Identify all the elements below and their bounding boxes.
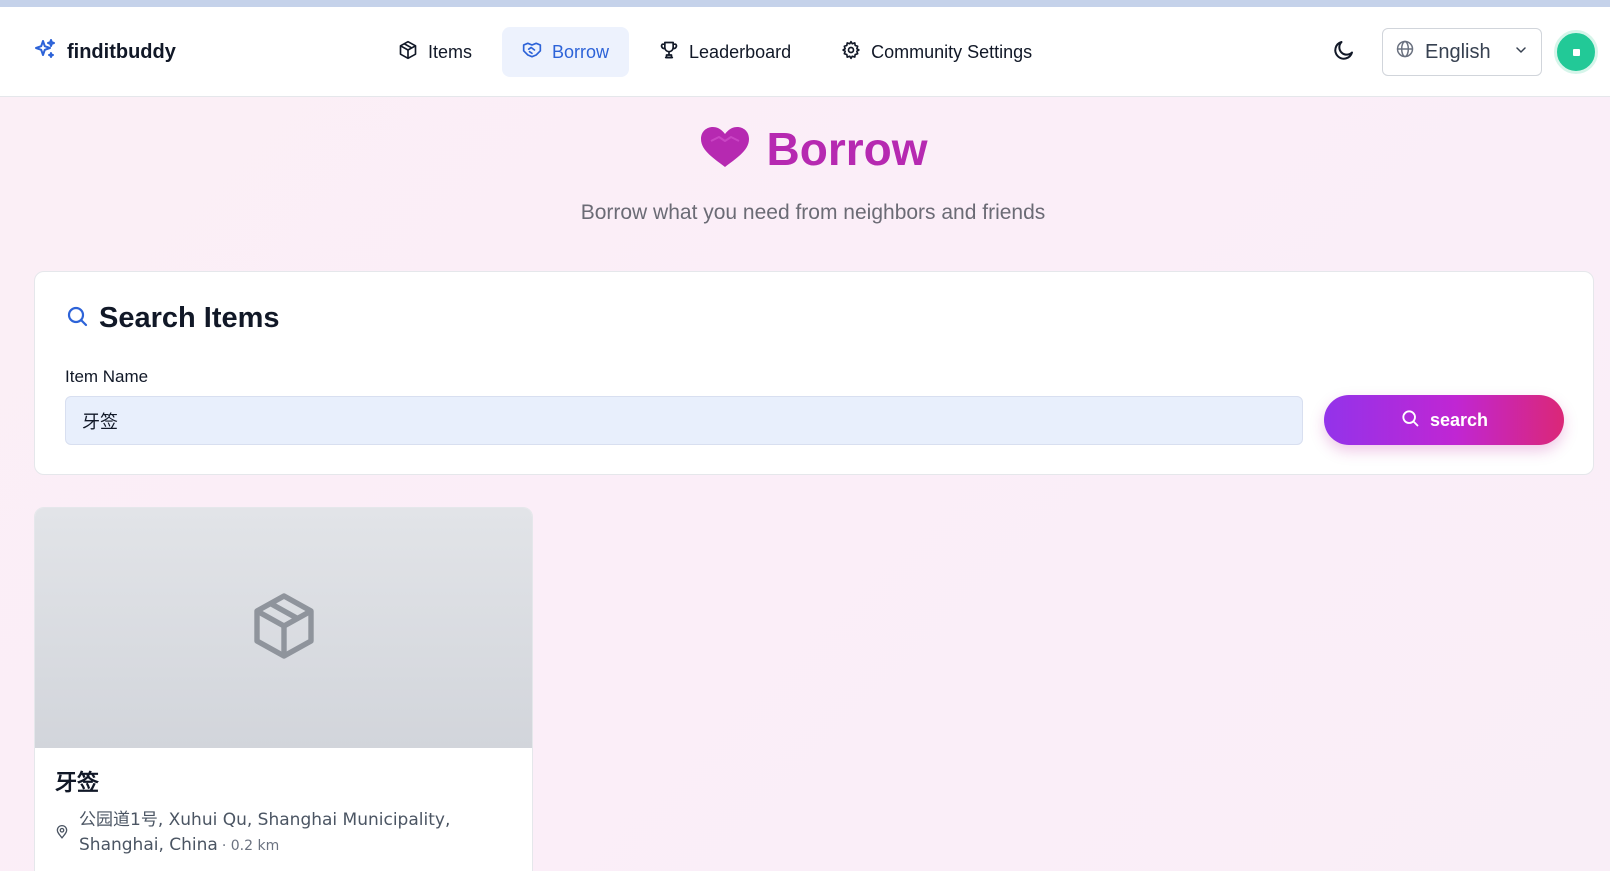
brand[interactable]: finditbuddy <box>33 38 176 67</box>
heart-icon <box>699 125 751 174</box>
nav-item-items[interactable]: Items <box>378 27 492 77</box>
item-card[interactable]: 牙签 公园道1号, Xuhui Qu, Shanghai Municipalit… <box>34 507 533 871</box>
browser-top-strip <box>0 0 1610 7</box>
main-content: Borrow Borrow what you need from neighbo… <box>0 97 1610 871</box>
nav-item-label: Leaderboard <box>689 41 792 62</box>
nav-item-label: Items <box>428 41 473 62</box>
language-select[interactable]: English <box>1382 28 1542 76</box>
nav-item-borrow[interactable]: Borrow <box>502 27 630 77</box>
item-name: 牙签 <box>55 771 100 796</box>
search-card-header: Search Items <box>65 302 280 335</box>
nav-item-community-settings[interactable]: Community Settings <box>821 27 1052 77</box>
moon-icon <box>1332 38 1356 67</box>
item-name-input[interactable] <box>65 396 1303 445</box>
page-subtitle: Borrow what you need from neighbors and … <box>580 201 1046 224</box>
language-label: English <box>1425 40 1491 63</box>
search-button[interactable]: search <box>1324 395 1564 445</box>
theme-toggle-button[interactable] <box>1324 32 1364 72</box>
globe-icon <box>1395 39 1415 65</box>
item-name-label: Item Name <box>65 367 149 386</box>
map-pin-icon <box>55 824 69 859</box>
box-icon <box>248 586 320 671</box>
handshake-icon <box>522 40 542 65</box>
item-distance: · 0.2 km <box>221 838 280 854</box>
search-card: Search Items Item Name search <box>34 271 1594 475</box>
gear-icon <box>841 40 861 65</box>
avatar-mark <box>1572 48 1580 56</box>
nav-item-leaderboard[interactable]: Leaderboard <box>639 27 811 77</box>
search-icon <box>1400 408 1420 433</box>
item-image-placeholder <box>35 508 532 748</box>
item-address: 公园道1号, Xuhui Qu, Shanghai Municipality, … <box>79 808 515 859</box>
app-header: finditbuddy Items Borrow Leaderboard Com… <box>0 7 1610 97</box>
nav-item-label: Borrow <box>552 41 610 62</box>
main-nav: Items Borrow Leaderboard Community Setti… <box>378 27 1062 77</box>
avatar[interactable] <box>1554 30 1598 74</box>
page-title-text: Borrow <box>766 123 928 175</box>
trophy-icon <box>659 40 679 65</box>
search-button-label: search <box>1429 409 1489 430</box>
box-icon <box>398 40 418 65</box>
brand-name: finditbuddy <box>67 41 176 63</box>
search-card-title: Search Items <box>99 302 280 334</box>
page-title: Borrow <box>0 122 1610 176</box>
nav-item-label: Community Settings <box>871 41 1033 62</box>
search-icon <box>65 304 89 333</box>
item-location: 公园道1号, Xuhui Qu, Shanghai Municipality, … <box>55 808 515 859</box>
chevron-down-icon <box>1513 41 1529 64</box>
sparkles-icon <box>33 38 57 67</box>
header-actions: English <box>1324 28 1598 76</box>
